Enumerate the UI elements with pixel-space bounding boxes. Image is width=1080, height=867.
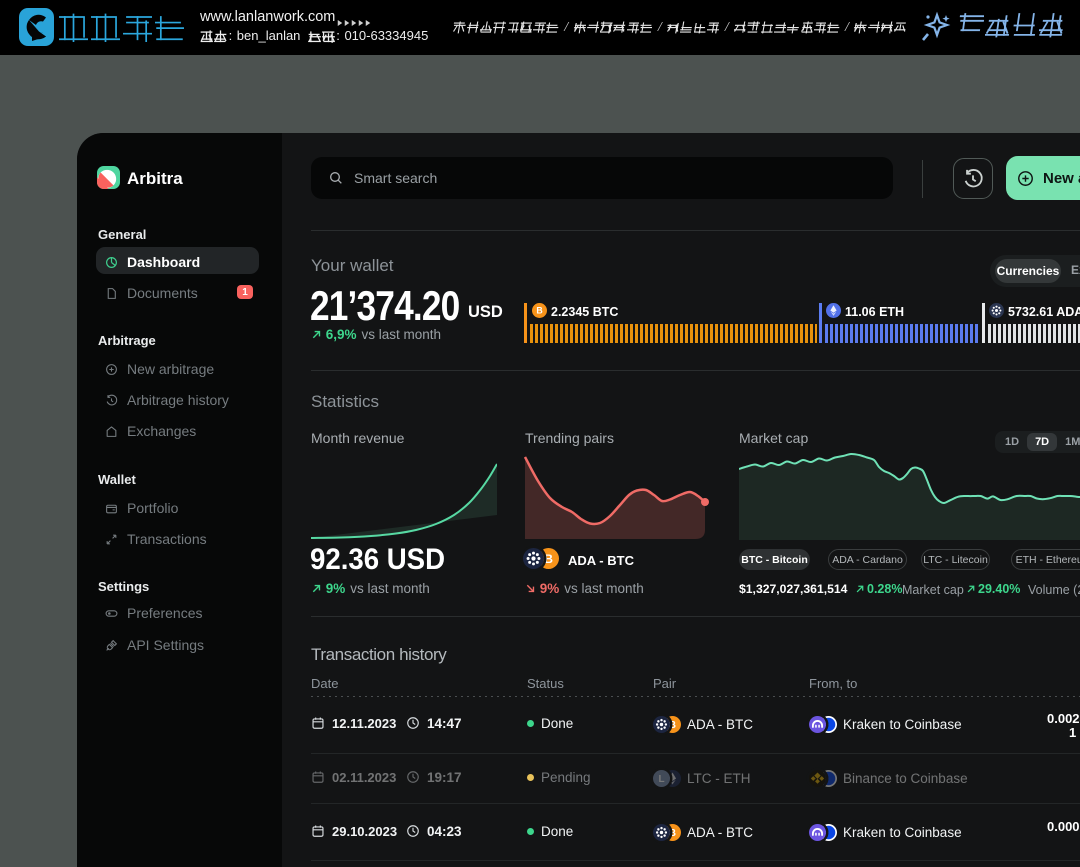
svg-text:B: B bbox=[536, 306, 542, 316]
svg-text:L: L bbox=[658, 774, 664, 785]
svg-text:B: B bbox=[544, 552, 553, 566]
